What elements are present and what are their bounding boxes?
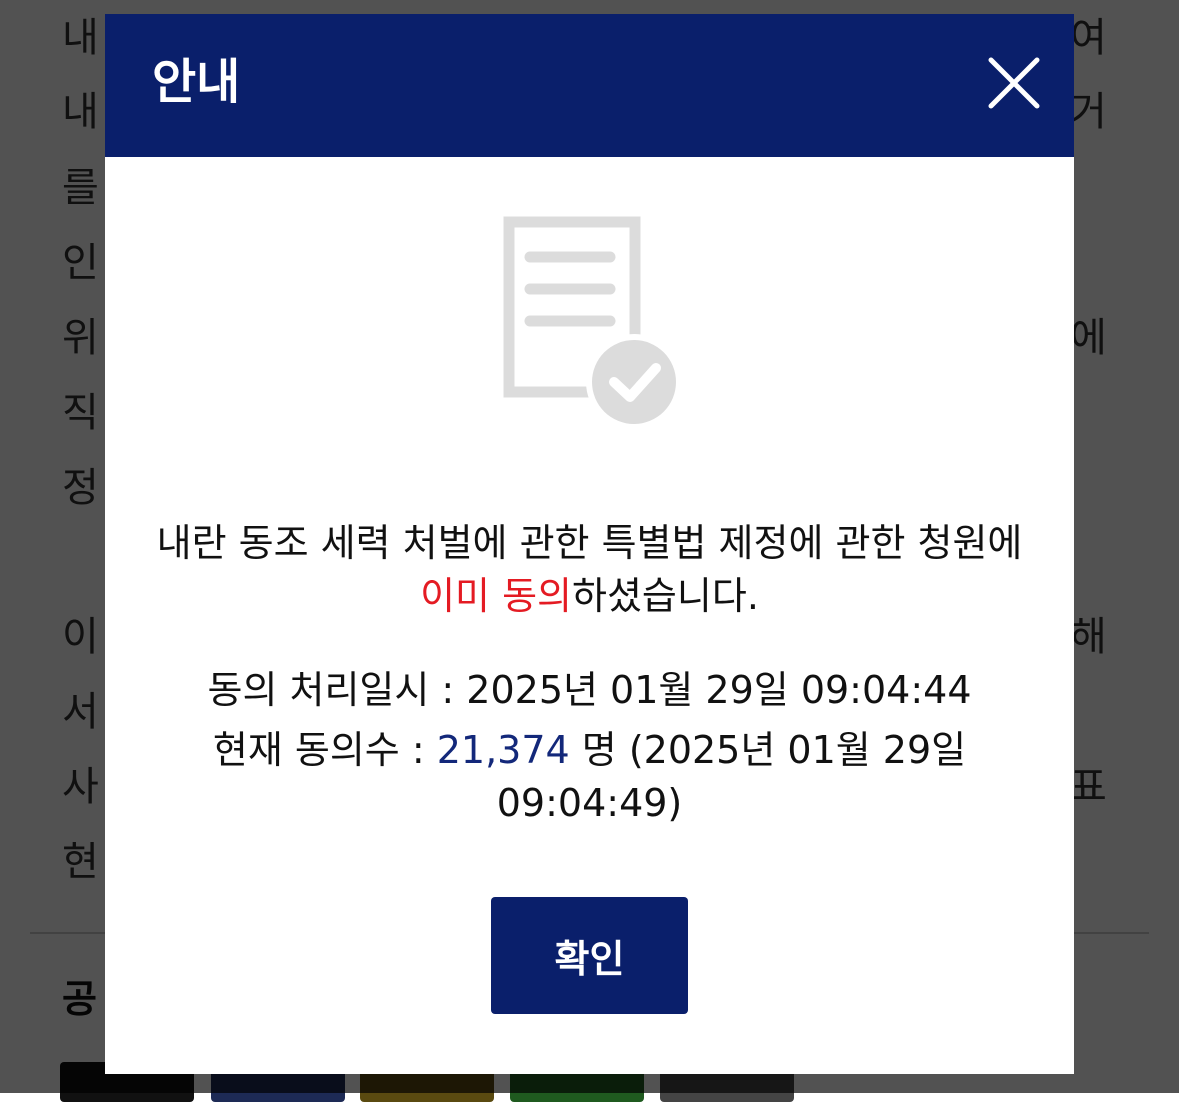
document-check-icon xyxy=(503,216,680,429)
dialog-header: 안내 xyxy=(105,14,1074,157)
close-icon xyxy=(988,57,1040,109)
current-count-unit: 명 xyxy=(569,728,629,772)
close-button[interactable] xyxy=(985,54,1043,112)
message-prefix: 내란 동조 세력 처벌에 관한 특별법 제정에 관한 청원에 xyxy=(156,521,1023,565)
message-suffix: 하셨습니다. xyxy=(572,574,759,619)
consent-message: 내란 동조 세력 처벌에 관한 특별법 제정에 관한 청원에 이미 동의하셨습니… xyxy=(145,517,1034,623)
confirm-button[interactable]: 확인 xyxy=(491,897,688,1014)
consent-time: 동의 처리일시 : 2025년 01월 29일 09:04:44 xyxy=(145,664,1034,717)
current-count-label: 현재 동의수 : xyxy=(212,728,437,772)
consent-time-value: 2025년 01월 29일 09:04:44 xyxy=(466,668,972,712)
notice-dialog: 안내 내란 동조 세력 처벌에 관한 특별법 제정에 관한 청원에 이미 동의하… xyxy=(105,14,1074,1074)
current-count: 현재 동의수 : 21,374 명 (2025년 01월 29일 09:04:4… xyxy=(145,724,1034,830)
current-count-value: 21,374 xyxy=(436,728,570,772)
dialog-title: 안내 xyxy=(152,54,241,110)
message-highlight: 이미 동의 xyxy=(420,574,573,619)
consent-time-label: 동의 처리일시 : xyxy=(207,668,467,712)
